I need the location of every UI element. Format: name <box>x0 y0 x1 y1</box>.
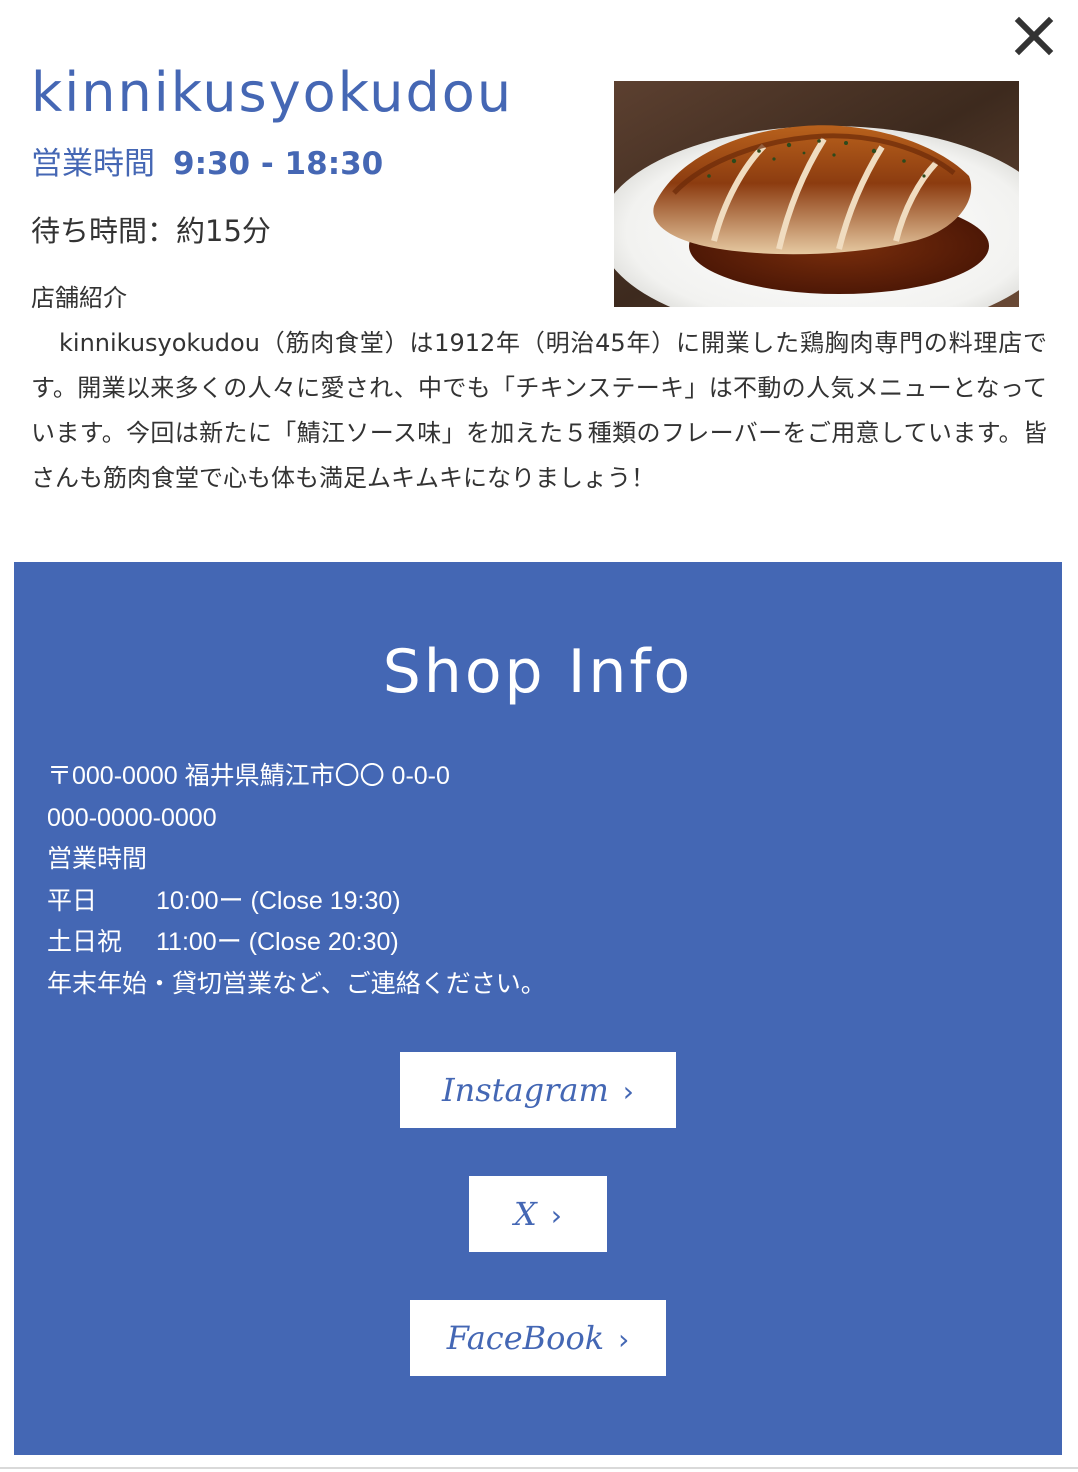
holiday-hours-row: 土日祝 11:00ー (Close 20:30) <box>47 922 546 964</box>
x-label: X <box>514 1195 537 1233</box>
shop-info-details: 〒000-0000 福井県鯖江市〇〇 0-0-0 000-0000-0000 営… <box>47 756 546 1006</box>
facebook-button[interactable]: FaceBook › <box>410 1300 666 1376</box>
address: 〒000-0000 福井県鯖江市〇〇 0-0-0 <box>47 762 450 790</box>
chicken-steak-photo <box>614 81 1019 307</box>
holiday-label: 土日祝 <box>47 928 123 957</box>
chevron-right-icon: › <box>550 1199 562 1232</box>
business-hours: 営業時間 9:30 - 18:30 <box>31 142 383 186</box>
instagram-button[interactable]: Instagram › <box>400 1052 676 1128</box>
instagram-label: Instagram <box>441 1071 609 1109</box>
intro-heading: 店舗紹介 <box>31 284 127 312</box>
weekday-label: 平日 <box>47 886 98 915</box>
contact-note: 年末年始・貸切営業など、ご連絡ください。 <box>47 969 546 998</box>
intro-text: kinnikusyokudou（筋肉食堂）は1912年（明治45年）に開業した鶏… <box>31 329 1047 492</box>
hours-value: 9:30 - 18:30 <box>173 146 384 182</box>
phone-number: 000-0000-0000 <box>47 803 217 832</box>
chevron-right-icon: › <box>622 1075 634 1108</box>
facebook-label: FaceBook <box>446 1319 605 1357</box>
close-button[interactable] <box>1012 14 1056 58</box>
hours-heading: 営業時間 <box>47 845 148 874</box>
close-icon <box>1014 16 1054 56</box>
shop-detail-modal: kinnikusyokudou 営業時間 9:30 - 18:30 待ち時間：約1… <box>0 0 1078 1472</box>
shop-name: kinnikusyokudou <box>31 61 514 124</box>
weekday-hours-row: 平日 10:00ー (Close 19:30) <box>47 881 546 923</box>
chevron-right-icon: › <box>618 1323 630 1356</box>
hours-label: 営業時間 <box>31 146 155 182</box>
x-button[interactable]: X › <box>469 1176 607 1252</box>
holiday-hours: 11:00ー (Close 20:30) <box>156 928 399 957</box>
wait-time: 待ち時間：約15分 <box>31 214 271 248</box>
weekday-hours: 10:00ー (Close 19:30) <box>156 886 401 915</box>
shop-info-title: Shop Info <box>382 637 694 707</box>
divider <box>0 1467 1078 1469</box>
